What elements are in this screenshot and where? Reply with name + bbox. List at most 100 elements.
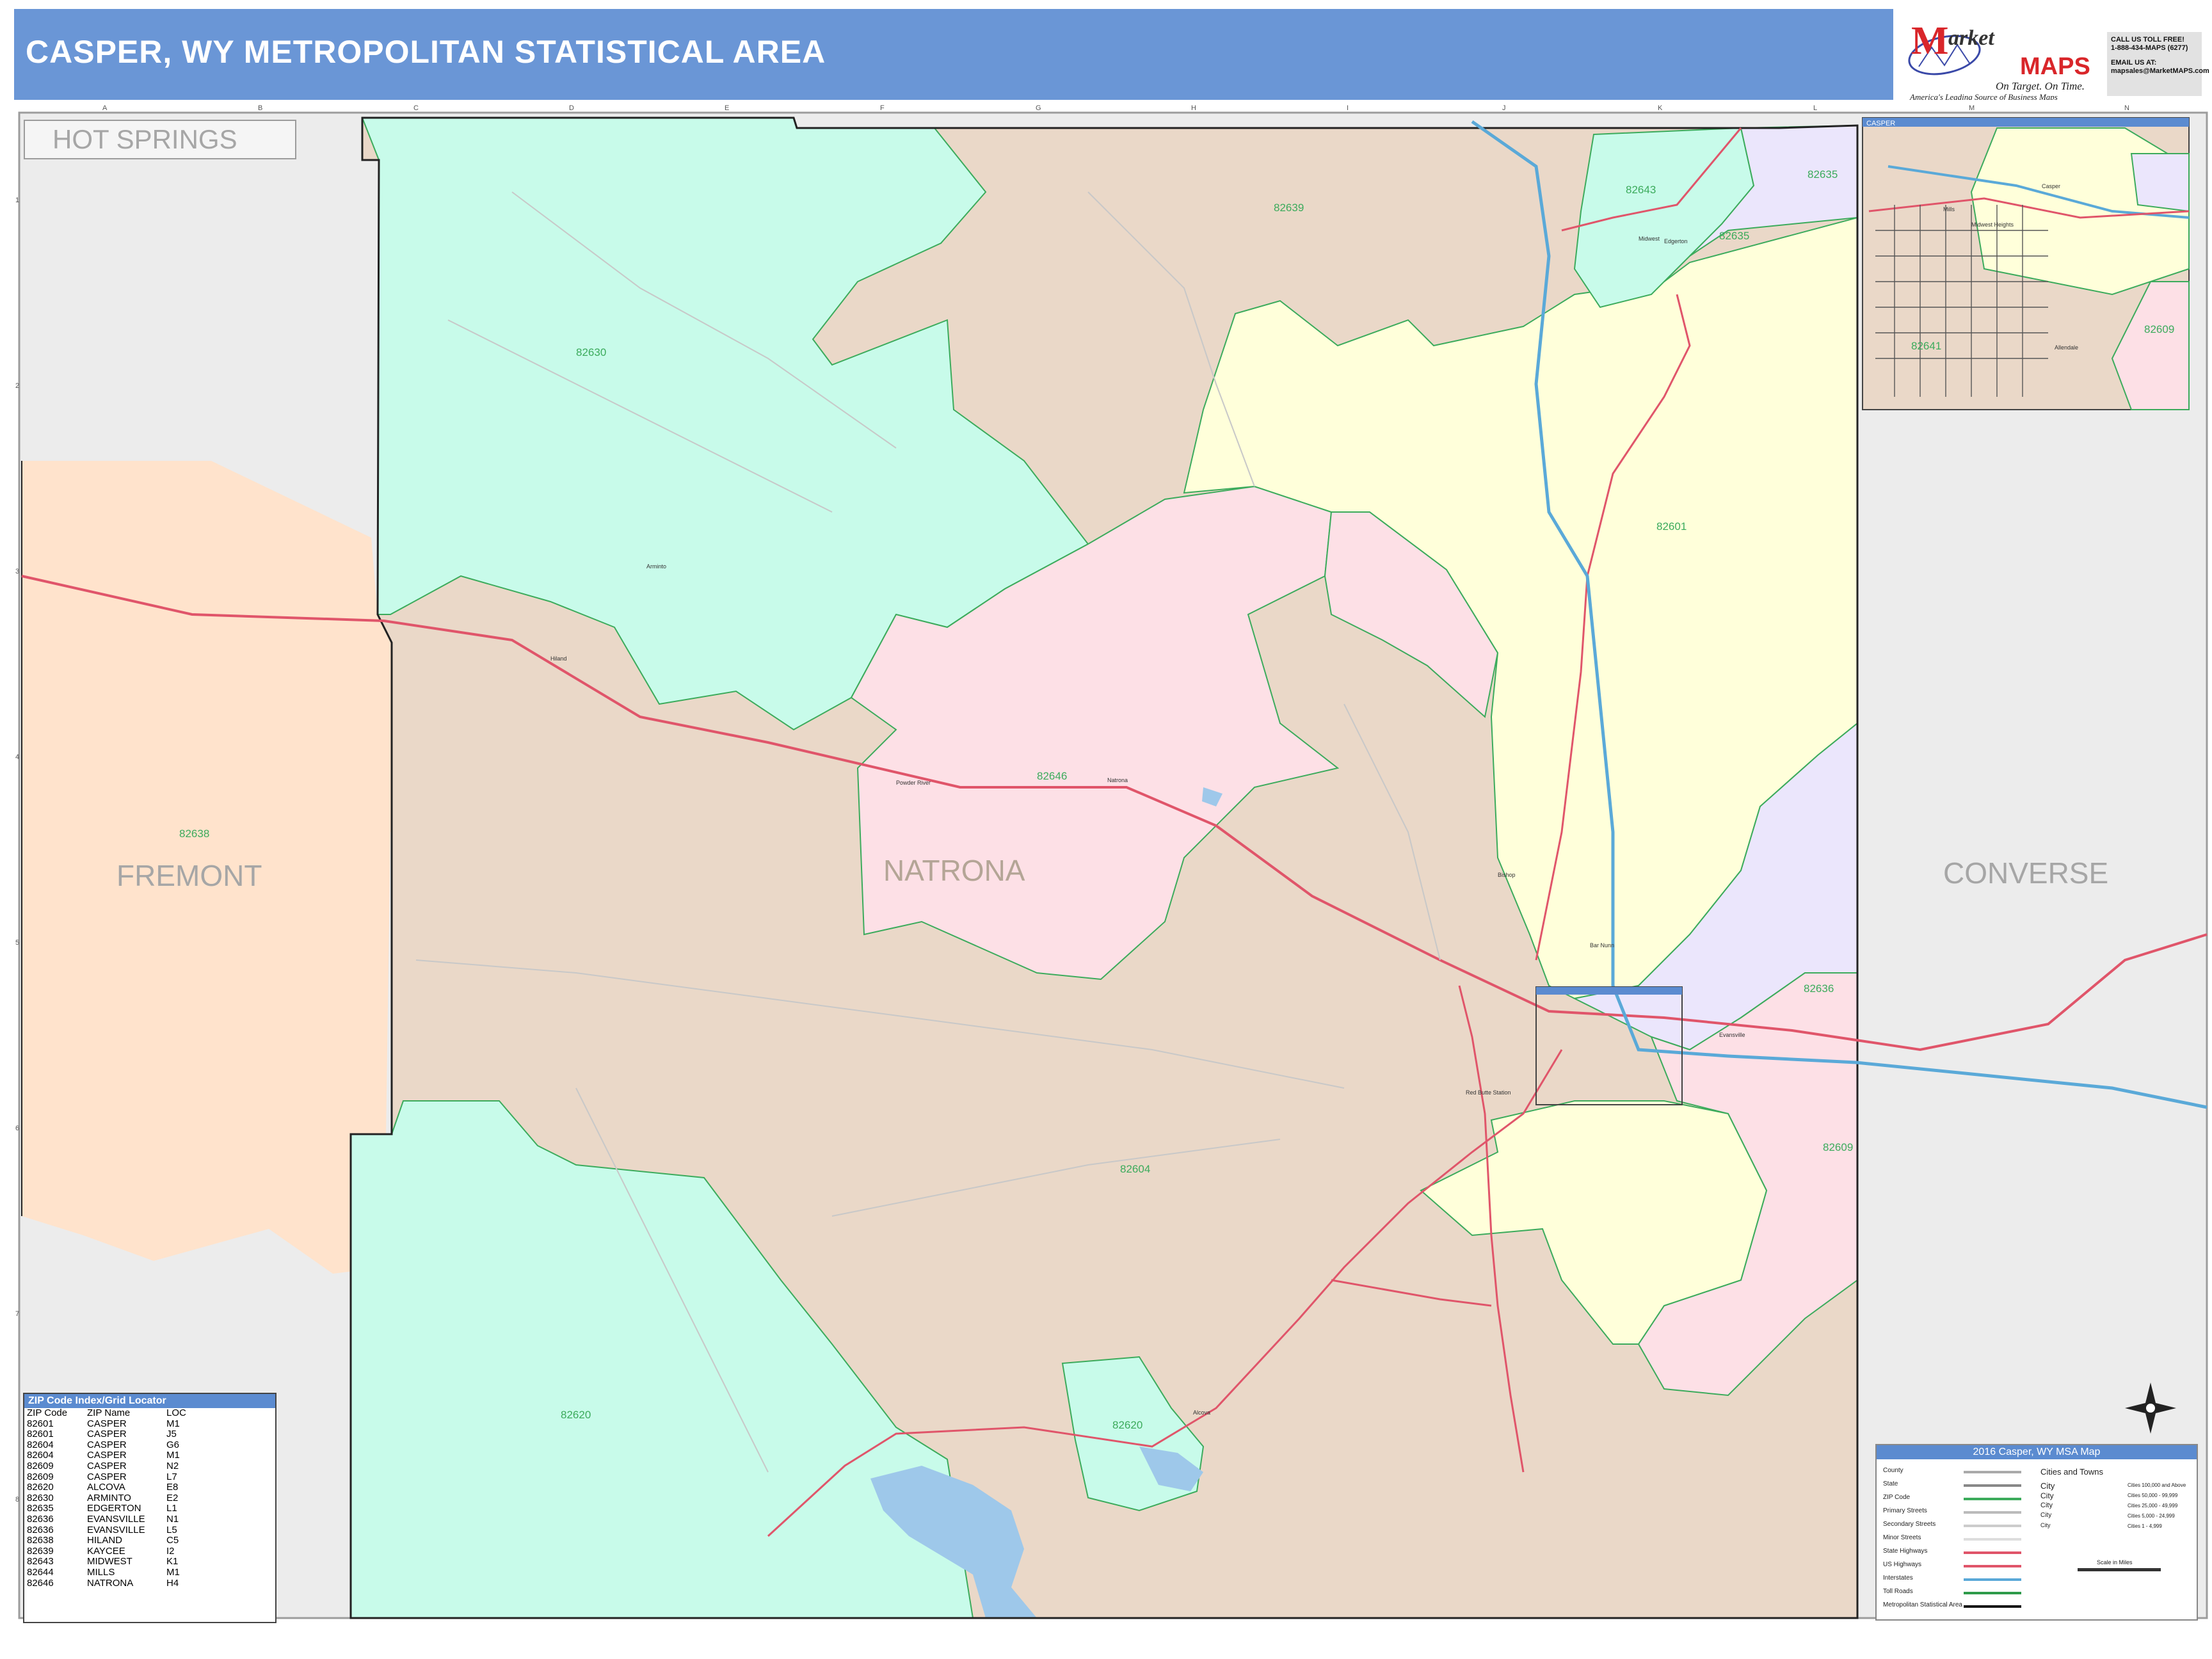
zip-index-cell-loc: L1 [166,1503,177,1514]
casper-inset-locator-header [1536,987,1682,995]
grid-column-label: B [258,104,262,112]
map-canvas: CASPER A B C D E F G H I J K L M N 1 2 3 4 5 6 7 8 HOT SPRIN… [15,104,2208,1619]
zip-index-cell-name: ARMINTO [87,1492,131,1503]
legend-city-name: City [2040,1502,2053,1509]
place-label: Natrona [1107,777,1128,783]
grid-column-label: D [569,104,574,112]
legend-swatch [1964,1592,2021,1594]
legend-item: Minor Streets [1883,1534,1921,1541]
zip-index-cell-name: KAYCEE [87,1545,125,1557]
zip-label: 82620 [1112,1419,1142,1431]
zip-label: 82609 [2144,323,2174,335]
zip-index-cell-name: EDGERTON [87,1503,141,1514]
grid-column-label: N [2124,104,2129,112]
zip-index-cell-name: CASPER [87,1460,127,1471]
zip-index-row: 82643 MIDWEST K1 [24,1557,275,1567]
zip-index-header: ZIP Code Index/Grid Locator [24,1394,275,1408]
grid-row-label: 2 [15,382,19,390]
legend-swatch [1964,1605,2021,1608]
grid-column-label: A [102,104,108,112]
zip-index-row: 82601 CASPER M1 [24,1418,275,1430]
grid-row-label: 7 [15,1310,19,1318]
zip-index-cell-name: NATRONA [87,1577,134,1589]
zip-label: 82609 [1823,1141,1853,1153]
legend-swatch [1964,1538,2021,1541]
zip-index-row: 82609 CASPER N2 [24,1461,275,1472]
zip-index-cell-zip: 82639 [27,1545,54,1557]
zip-index-cell-name: HILAND [87,1535,123,1546]
zip-index-cell-loc: N2 [166,1460,179,1471]
zip-index-cell-loc: G6 [166,1439,180,1450]
zip-index-row: 82604 CASPER G6 [24,1439,275,1451]
zip-index-row: 82638 HILAND C5 [24,1535,275,1546]
grid-column-label: C [413,104,419,112]
zip-index-cell-name: MIDWEST [87,1556,132,1567]
legend-item: State Highways [1883,1548,1928,1555]
zip-label: 82630 [576,346,606,358]
place-label: Evansville [1719,1032,1745,1038]
legend-cities-header: Cities and Towns [2040,1467,2104,1477]
zip-index-cell-name: MILLS [87,1566,115,1578]
grid-column-label: L [1813,104,1817,112]
scale-bar [2078,1568,2161,1571]
zip-index-cell-zip: 82635 [27,1503,54,1514]
zip-index-cell-zip: 82636 [27,1524,54,1535]
place-label: Arminto [646,563,666,570]
zip-label: 82635 [1719,230,1749,242]
zip-index-cell-loc: H4 [166,1577,179,1589]
zip-index-cell-zip: 82620 [27,1482,54,1493]
zip-index-row: 82604 CASPER M1 [24,1450,275,1461]
grid-column-label: K [1658,104,1663,112]
grid-column-label: H [1191,104,1196,112]
zip-label: 82641 [1911,340,1941,352]
zip-index-cell-zip: 82643 [27,1556,54,1567]
zip-index-cell-name: CASPER [87,1450,127,1461]
grid-row-label: 8 [15,1496,19,1503]
legend-city-desc: Cities 25,000 - 49,999 [2128,1503,2178,1509]
legend-item: Toll Roads [1883,1588,1913,1595]
zip-index-row: 82609 CASPER L7 [24,1471,275,1483]
legend-item: ZIP Code [1883,1494,1911,1501]
zip-index-cell-loc: C5 [166,1535,179,1546]
zip-index-cell-loc: N1 [166,1513,179,1525]
map-legend: 2016 Casper, WY MSA Map County State ZIP C… [1875,1444,2198,1621]
grid-column-label: J [1502,104,1506,112]
zip-index-row: 82636 EVANSVILLE L5 [24,1525,275,1536]
legend-city-desc: Cities 5,000 - 24,999 [2128,1513,2175,1519]
legend-item: Interstates [1883,1575,1913,1582]
zip-index-cell-zip: 82604 [27,1450,54,1461]
zip-index-cell-name: ALCOVA [87,1482,125,1493]
legend-city-desc: Cities 100,000 and Above [2128,1482,2186,1488]
legend-city-desc: Cities 1 - 4,999 [2128,1523,2162,1529]
county-label-natrona: NATRONA [883,854,1025,887]
zip-index-cell-zip: 82638 [27,1535,54,1546]
place-label: Midwest Heights [1971,221,2014,228]
place-label: Casper [2042,183,2060,189]
grid-row-label: 3 [15,568,19,575]
zip-index-cell-zip: 82646 [27,1577,54,1589]
legend-city-desc: Cities 50,000 - 99,999 [2128,1493,2178,1498]
legend-city-name: City [2040,1481,2055,1491]
zip-index-cell-zip: 82609 [27,1471,54,1482]
casper-inset-title: CASPER [1866,120,1895,127]
county-label-hot-springs: HOT SPRINGS [52,124,237,154]
zip-index-cell-loc: K1 [166,1556,179,1567]
col-zip: ZIP Code [27,1407,68,1418]
legend-item: Metropolitan Statistical Area [1883,1601,1962,1608]
zip-label: 82620 [561,1409,591,1421]
grid-column-label: I [1347,104,1349,112]
legend-swatch [1964,1551,2021,1554]
zip-index-row: 82601 CASPER J5 [24,1429,275,1440]
legend-item: US Highways [1883,1561,1922,1568]
legend-item: State [1883,1480,1898,1487]
zip-label: 82601 [1656,520,1687,533]
legend-title: 2016 Casper, WY MSA Map [1877,1445,2197,1459]
legend-swatch [1964,1578,2021,1581]
zip-index-cell-zip: 82636 [27,1513,54,1525]
zip-label: 82639 [1274,202,1304,214]
zip-index-cell-loc: E8 [166,1482,179,1493]
legend-swatch [1964,1511,2021,1514]
zip-index-cell-name: EVANSVILLE [87,1524,145,1535]
scale-label: Scale in Miles [2097,1559,2133,1566]
zip-index-cell-name: CASPER [87,1471,127,1482]
